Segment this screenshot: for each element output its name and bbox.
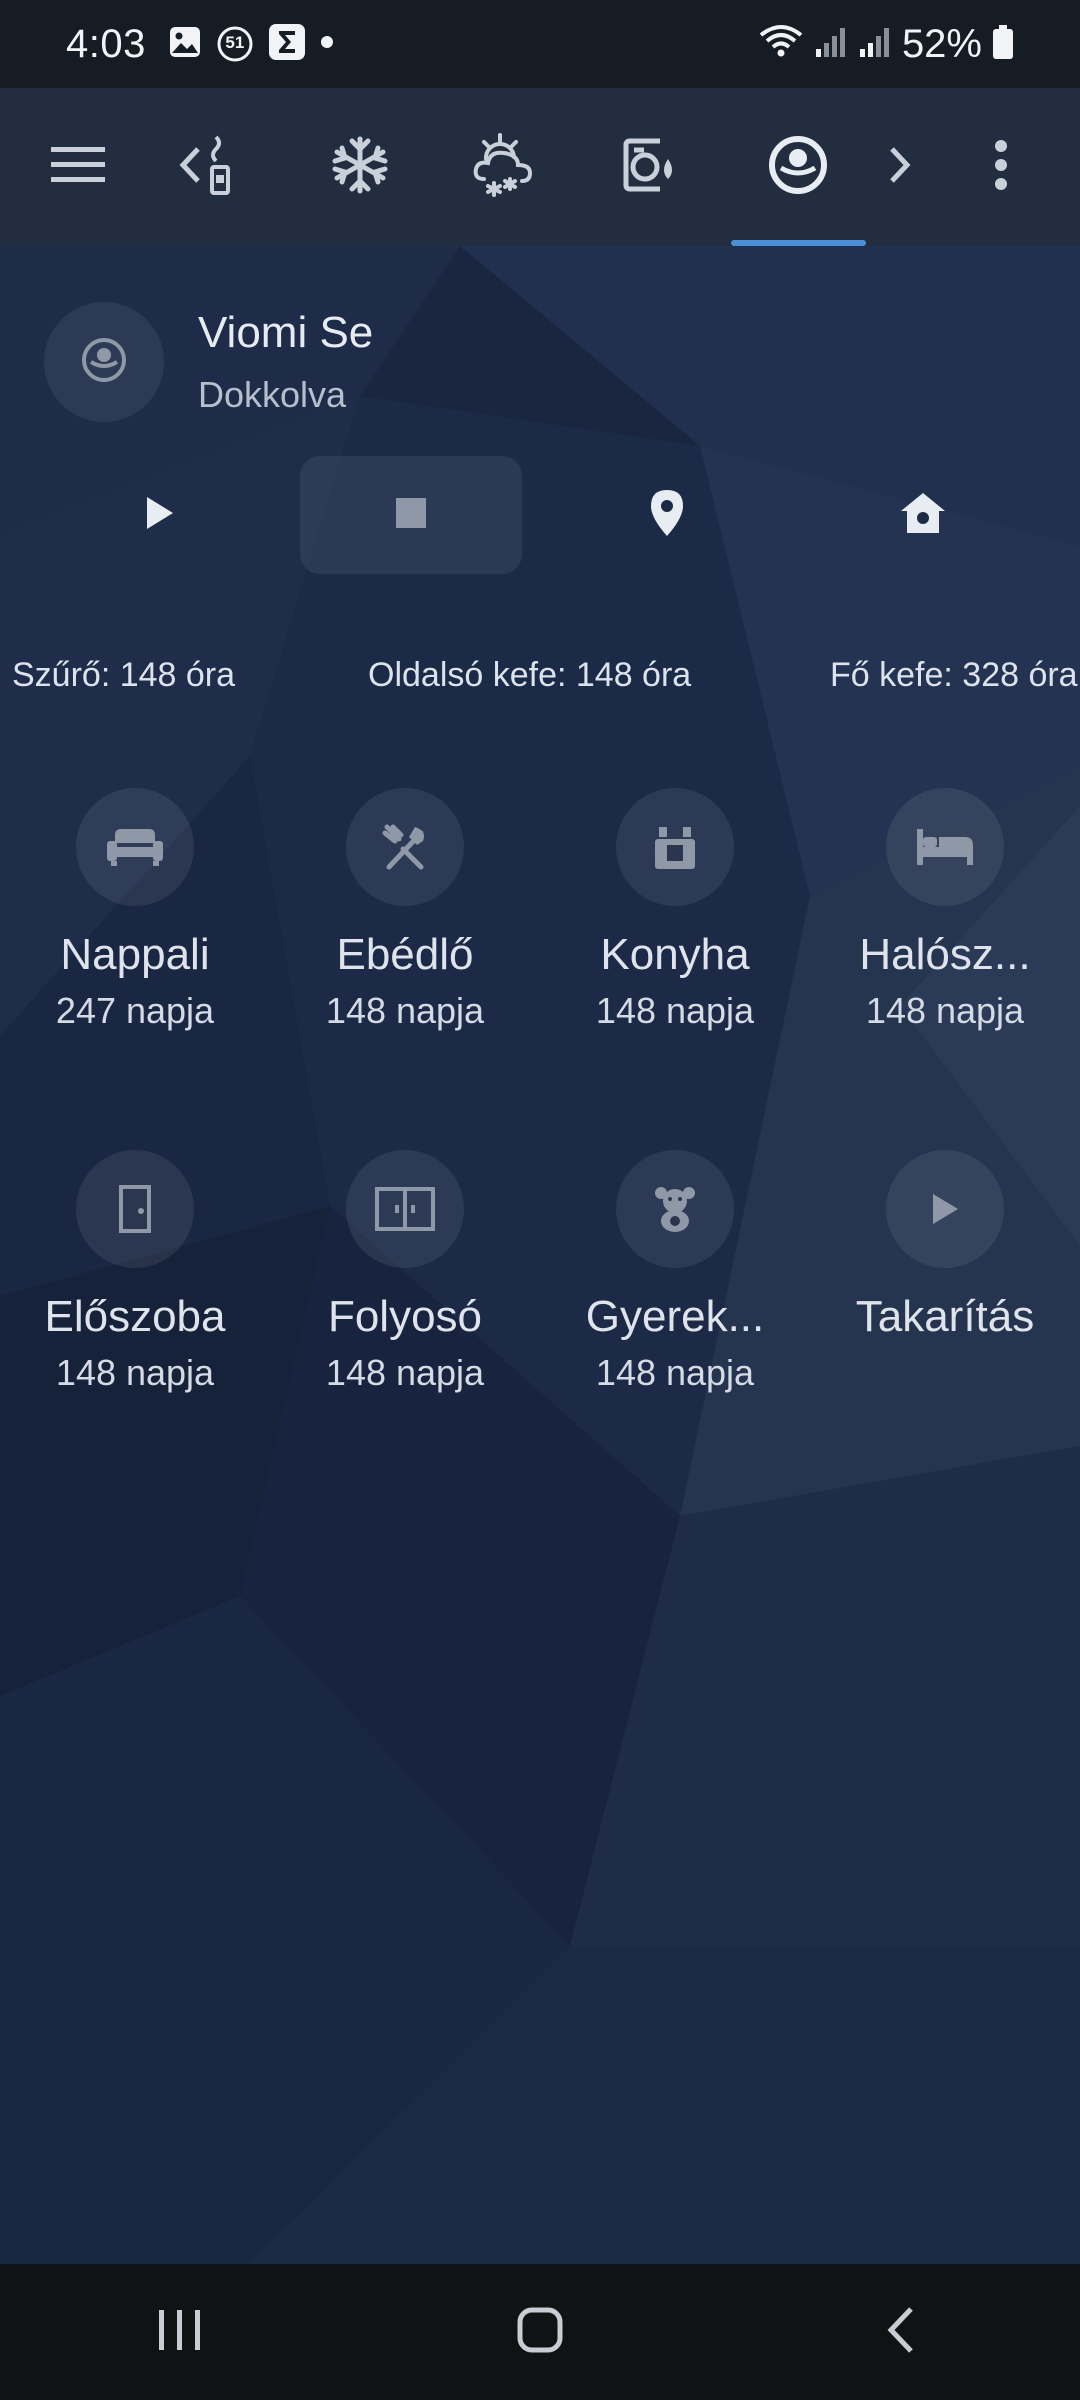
- home-button[interactable]: [440, 2264, 640, 2400]
- clean-rooms-tile[interactable]: Takarítás: [825, 1150, 1065, 1352]
- snowflake-icon: [330, 135, 390, 200]
- room-name: Nappali: [60, 930, 210, 979]
- silverware-icon: [346, 788, 464, 906]
- sigma-app-icon: [268, 23, 306, 66]
- menu-button[interactable]: [38, 88, 118, 246]
- room-name: Halósz...: [859, 930, 1031, 979]
- vacuum-dashboard: Viomi Se Dokkolva Szűrő: 148 óra Oldalsó…: [0, 246, 1080, 2264]
- hamburger-menu-icon: [51, 145, 105, 190]
- main-brush-hours: Fő kefe: 328 óra: [830, 656, 1078, 694]
- teddy-bear-icon: [616, 1150, 734, 1268]
- sofa-icon: [76, 788, 194, 906]
- return-home-icon: [899, 491, 947, 540]
- robot-vacuum-icon: [79, 335, 129, 390]
- locate-button[interactable]: [556, 456, 778, 574]
- start-button[interactable]: [48, 456, 270, 574]
- chevron-right-icon: [888, 145, 912, 190]
- tab-vacuum[interactable]: [758, 88, 838, 246]
- room-last-cleaned: 148 napja: [595, 990, 755, 1031]
- room-tile[interactable]: Nappali 247 napja: [15, 788, 255, 1032]
- room-tile[interactable]: Ebédlő 148 napja: [285, 788, 525, 1032]
- room-tile[interactable]: Gyerek... 148 napja: [555, 1150, 795, 1394]
- play-icon: [143, 495, 175, 536]
- room-last-cleaned: 247 napja: [55, 990, 215, 1031]
- scroll-tabs-left-button[interactable]: [170, 88, 210, 246]
- room-tile[interactable]: Előszoba 148 napja: [15, 1150, 255, 1394]
- room-last-cleaned: 148 napja: [55, 1352, 215, 1393]
- room-tile[interactable]: Konyha 148 napja: [555, 788, 795, 1032]
- status-bar: 4:03 51 52%: [0, 0, 1080, 88]
- wardrobe-icon: [346, 1150, 464, 1268]
- washing-machine-icon: [620, 135, 680, 200]
- more-vertical-icon: [994, 139, 1008, 195]
- side-brush-hours: Oldalsó kefe: 148 óra: [368, 656, 692, 694]
- tab-weather[interactable]: [464, 88, 544, 246]
- chevron-left-icon: [178, 145, 202, 190]
- stop-icon: [396, 497, 426, 533]
- status-time: 4:03: [66, 21, 146, 66]
- wifi-icon: [758, 23, 804, 66]
- notification-count: 51: [225, 33, 245, 52]
- gallery-icon: [168, 25, 202, 64]
- tab-faucet[interactable]: [208, 88, 248, 246]
- play-icon: [886, 1150, 1004, 1268]
- tab-washer[interactable]: [610, 88, 690, 246]
- vacuum-name: Viomi Se: [198, 308, 374, 357]
- room-last-cleaned: 148 napja: [595, 1352, 755, 1393]
- vacuum-status: Dokkolva: [198, 374, 347, 415]
- system-navigation-bar: [0, 2264, 1080, 2400]
- notification-count-icon: 51: [216, 25, 254, 63]
- room-name: Gyerek...: [585, 1292, 765, 1341]
- room-name: Takarítás: [855, 1292, 1035, 1341]
- room-name: Folyosó: [327, 1292, 483, 1341]
- stop-button[interactable]: [300, 456, 522, 574]
- door-icon: [76, 1150, 194, 1268]
- weather-snow-icon: [472, 132, 536, 202]
- room-name: Ebédlő: [336, 930, 474, 979]
- stove-icon: [616, 788, 734, 906]
- locate-pin-icon: [649, 488, 685, 543]
- return-home-button[interactable]: [812, 456, 1034, 574]
- room-last-cleaned: 148 napja: [325, 990, 485, 1031]
- robot-vacuum-icon: [767, 134, 829, 201]
- room-tile[interactable]: Halósz... 148 napja: [825, 788, 1065, 1032]
- top-toolbar: [0, 88, 1080, 246]
- faucet-icon: [208, 135, 248, 200]
- back-button[interactable]: [800, 2264, 1000, 2400]
- filter-hours: Szűrő: 148 óra: [12, 656, 236, 694]
- battery-icon: [992, 24, 1014, 65]
- bed-icon: [886, 788, 1004, 906]
- room-last-cleaned: 148 napja: [865, 990, 1025, 1031]
- room-tile[interactable]: Folyosó 148 napja: [285, 1150, 525, 1394]
- signal-icon-2: [858, 25, 892, 64]
- battery-percent: 52%: [901, 21, 982, 66]
- room-last-cleaned: 148 napja: [325, 1352, 485, 1393]
- room-name: Előszoba: [44, 1292, 226, 1341]
- room-name: Konyha: [600, 930, 750, 979]
- back-icon: [885, 2306, 915, 2359]
- recents-icon: [157, 2308, 203, 2357]
- overflow-menu-button[interactable]: [976, 88, 1026, 246]
- scroll-tabs-right-button[interactable]: [880, 88, 920, 246]
- tab-freezer[interactable]: [320, 88, 400, 246]
- more-notifications-dot-icon: [320, 35, 334, 54]
- vacuum-avatar[interactable]: [44, 302, 164, 422]
- home-icon: [517, 2307, 563, 2358]
- recent-apps-button[interactable]: [80, 2264, 280, 2400]
- signal-icon-1: [814, 25, 848, 64]
